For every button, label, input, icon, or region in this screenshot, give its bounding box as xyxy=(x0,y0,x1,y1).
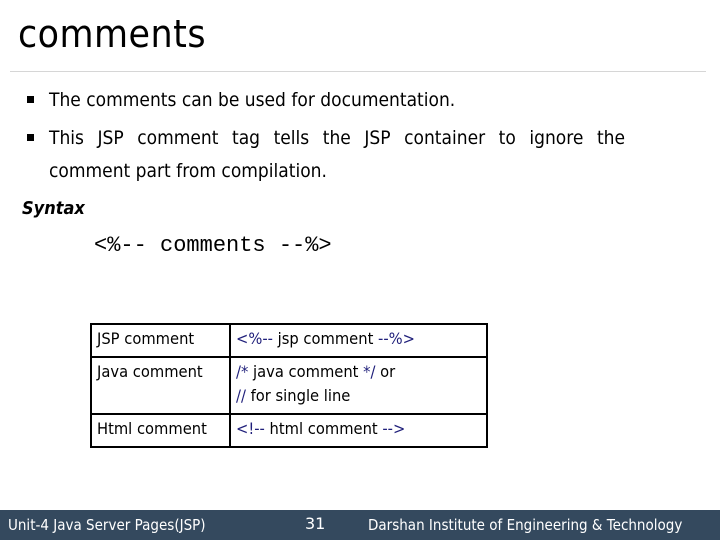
comment-text: jsp comment xyxy=(272,329,379,348)
slide-title: comments xyxy=(18,12,206,56)
table-cell-syntax: /* java comment */ or // for single line xyxy=(229,356,488,415)
table-cell-syntax: <!-- html comment --> xyxy=(229,413,488,448)
table-cell-label: Html comment xyxy=(90,413,231,448)
footer-unit-title: Unit-4 Java Server Pages(JSP) xyxy=(8,516,206,534)
single-line-marker: // xyxy=(236,386,246,405)
title-divider xyxy=(10,71,706,72)
table-row: JSP comment <%-- jsp comment --%> xyxy=(90,323,488,358)
table-cell-label: JSP comment xyxy=(90,323,231,358)
open-marker: <%-- xyxy=(236,329,273,348)
table-cell-label: Java comment xyxy=(90,356,231,415)
table-row: Html comment <!-- html comment --> xyxy=(90,413,488,448)
bullet-text: This JSP comment tag tells the JSP conta… xyxy=(49,127,626,149)
bullet-text: The comments can be used for documentati… xyxy=(49,89,456,111)
table-row: Java comment /* java comment */ or // for… xyxy=(90,356,488,415)
comment-text: html comment xyxy=(264,419,383,438)
square-bullet-icon xyxy=(27,96,34,103)
comment-text: for single line xyxy=(245,386,351,405)
comment-suffix: or xyxy=(375,362,396,381)
close-marker: --%> xyxy=(378,329,415,348)
footer-bar: Unit-4 Java Server Pages(JSP) 31 Darshan… xyxy=(0,510,720,540)
syntax-label: Syntax xyxy=(22,198,85,219)
bullet-text-continued: comment part from compilation. xyxy=(49,160,327,182)
close-marker: */ xyxy=(363,362,376,381)
syntax-code: <%-- comments --%> xyxy=(94,233,332,258)
close-marker: --> xyxy=(382,419,406,438)
table-cell-syntax: <%-- jsp comment --%> xyxy=(229,323,488,358)
comment-types-table: JSP comment <%-- jsp comment --%> Java c… xyxy=(90,323,488,448)
page-number: 31 xyxy=(305,514,326,533)
comment-text: java comment xyxy=(248,362,364,381)
open-marker: <!-- xyxy=(236,419,265,438)
open-marker: /* xyxy=(236,362,249,381)
square-bullet-icon xyxy=(27,134,34,141)
footer-institute: Darshan Institute of Engineering & Techn… xyxy=(368,516,683,534)
